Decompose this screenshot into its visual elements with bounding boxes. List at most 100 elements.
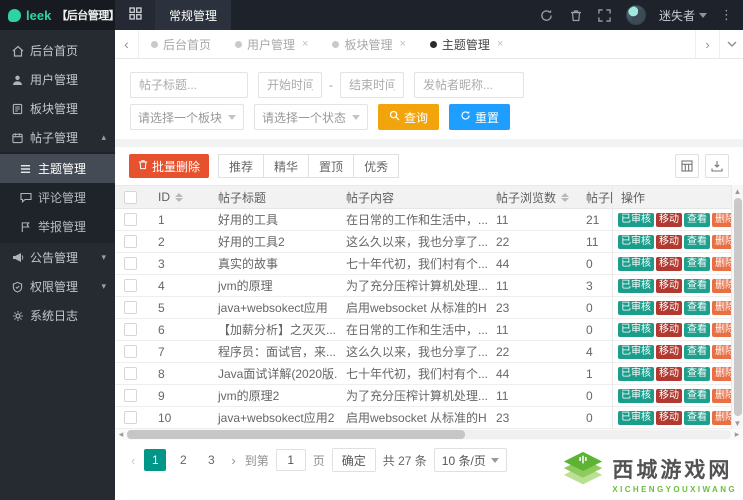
topnav-menu-item[interactable]	[115, 0, 155, 30]
view-button[interactable]: 查看	[684, 366, 710, 381]
sidebar-item-permissions[interactable]: 权限管理 ▾	[0, 272, 115, 301]
status-select[interactable]: 请选择一个状态	[254, 104, 368, 130]
fullscreen-icon[interactable]	[597, 7, 613, 23]
audit-button[interactable]: 已审核	[618, 278, 654, 293]
more-options-icon[interactable]: ⋮	[720, 7, 733, 23]
horizontal-scrollbar[interactable]: ◂ ▸	[115, 429, 743, 440]
move-button[interactable]: 移动	[656, 234, 682, 249]
audit-button[interactable]: 已审核	[618, 344, 654, 359]
audit-button[interactable]: 已审核	[618, 234, 654, 249]
view-button[interactable]: 查看	[684, 322, 710, 337]
view-button[interactable]: 查看	[684, 212, 710, 227]
sidebar-item-announcements[interactable]: 公告管理 ▾	[0, 243, 115, 272]
tabs-scroll-left[interactable]: ‹	[115, 30, 139, 58]
sidebar-item-posts[interactable]: 帖子管理 ▴	[0, 123, 115, 152]
move-button[interactable]: 移动	[656, 410, 682, 425]
row-checkbox[interactable]	[124, 301, 137, 314]
page-size-select[interactable]: 10 条/页	[433, 448, 507, 472]
author-nickname-input[interactable]	[414, 72, 524, 98]
start-time-input[interactable]	[258, 72, 322, 98]
delete-button[interactable]: 删除	[712, 366, 731, 381]
flag-button-3[interactable]: 置顶	[308, 154, 355, 178]
sidebar-item-boards[interactable]: 板块管理	[0, 94, 115, 123]
goto-confirm-button[interactable]: 确定	[331, 448, 376, 472]
view-button[interactable]: 查看	[684, 300, 710, 315]
view-button[interactable]: 查看	[684, 234, 710, 249]
move-button[interactable]: 移动	[656, 212, 682, 227]
row-checkbox[interactable]	[124, 213, 137, 226]
horizontal-scroll-track[interactable]	[127, 430, 731, 439]
tab-close-icon[interactable]: ×	[399, 38, 405, 50]
tabs-scroll-right[interactable]: ›	[695, 30, 719, 58]
page-button-2[interactable]: 2	[172, 449, 194, 471]
audit-button[interactable]: 已审核	[618, 388, 654, 403]
delete-button[interactable]: 删除	[712, 322, 731, 337]
search-button[interactable]: 查询	[378, 104, 440, 130]
row-checkbox[interactable]	[124, 323, 137, 336]
flag-button-4[interactable]: 优秀	[353, 154, 400, 178]
tab-boards[interactable]: 板块管理 ×	[320, 30, 417, 58]
delete-button[interactable]: 删除	[712, 410, 731, 425]
user-avatar[interactable]	[625, 5, 646, 25]
row-checkbox[interactable]	[124, 257, 137, 270]
batch-delete-button[interactable]: 批量删除	[129, 154, 210, 178]
prev-page-button[interactable]: ‹	[129, 453, 137, 468]
board-select[interactable]: 请选择一个板块	[130, 104, 244, 130]
vertical-scroll-thumb[interactable]	[733, 198, 742, 416]
column-header[interactable]: ID	[149, 190, 209, 204]
tab-users[interactable]: 用户管理 ×	[223, 30, 320, 58]
delete-button[interactable]: 删除	[712, 234, 731, 249]
tab-home[interactable]: 后台首页	[139, 30, 223, 58]
goto-page-input[interactable]	[275, 449, 306, 471]
delete-button[interactable]: 删除	[712, 212, 731, 227]
move-button[interactable]: 移动	[656, 344, 682, 359]
sidebar-item-topics[interactable]: 主题管理	[0, 154, 115, 183]
view-button[interactable]: 查看	[684, 410, 710, 425]
select-all-checkbox[interactable]	[124, 190, 137, 204]
tabs-dropdown[interactable]	[719, 30, 743, 58]
move-button[interactable]: 移动	[656, 366, 682, 381]
vertical-scrollbar[interactable]: ▲ ▼	[731, 185, 743, 429]
view-button[interactable]: 查看	[684, 256, 710, 271]
end-time-input[interactable]	[340, 72, 404, 98]
audit-button[interactable]: 已审核	[618, 212, 654, 227]
tab-close-icon[interactable]: ×	[497, 38, 503, 50]
row-checkbox[interactable]	[124, 389, 137, 402]
page-button-1[interactable]: 1	[144, 449, 167, 471]
row-checkbox[interactable]	[124, 411, 137, 424]
audit-button[interactable]: 已审核	[618, 256, 654, 271]
tab-topics[interactable]: 主题管理 ×	[418, 30, 515, 58]
delete-button[interactable]: 删除	[712, 300, 731, 315]
scroll-left-icon[interactable]: ◂	[115, 429, 127, 440]
audit-button[interactable]: 已审核	[618, 366, 654, 381]
page-button-3[interactable]: 3	[200, 449, 222, 471]
topnav-item-general[interactable]: 常规管理	[155, 0, 232, 30]
next-page-button[interactable]: ›	[229, 453, 237, 468]
move-button[interactable]: 移动	[656, 300, 682, 315]
flag-button-1[interactable]: 推荐	[218, 154, 265, 178]
reset-button[interactable]: 重置	[449, 104, 511, 130]
row-checkbox[interactable]	[124, 235, 137, 248]
audit-button[interactable]: 已审核	[618, 322, 654, 337]
view-button[interactable]: 查看	[684, 344, 710, 359]
move-button[interactable]: 移动	[656, 256, 682, 271]
post-title-input[interactable]	[130, 72, 248, 98]
sidebar-item-reports[interactable]: 举报管理	[0, 212, 115, 241]
delete-button[interactable]: 删除	[712, 344, 731, 359]
sidebar-item-home[interactable]: 后台首页	[0, 36, 115, 65]
row-checkbox[interactable]	[124, 367, 137, 380]
sort-icon[interactable]	[561, 192, 570, 202]
sidebar-item-comments[interactable]: 评论管理	[0, 183, 115, 212]
move-button[interactable]: 移动	[656, 322, 682, 337]
move-button[interactable]: 移动	[656, 388, 682, 403]
user-menu[interactable]: 迷失者	[659, 7, 707, 24]
column-header[interactable]: 帖子浏览数	[487, 189, 577, 206]
clear-cache-icon[interactable]	[568, 7, 584, 23]
export-icon[interactable]	[705, 154, 729, 178]
horizontal-scroll-thumb[interactable]	[127, 430, 466, 439]
move-button[interactable]: 移动	[656, 278, 682, 293]
scroll-down-icon[interactable]: ▼	[734, 417, 742, 429]
view-button[interactable]: 查看	[684, 278, 710, 293]
flag-button-2[interactable]: 精华	[263, 154, 310, 178]
delete-button[interactable]: 删除	[712, 278, 731, 293]
